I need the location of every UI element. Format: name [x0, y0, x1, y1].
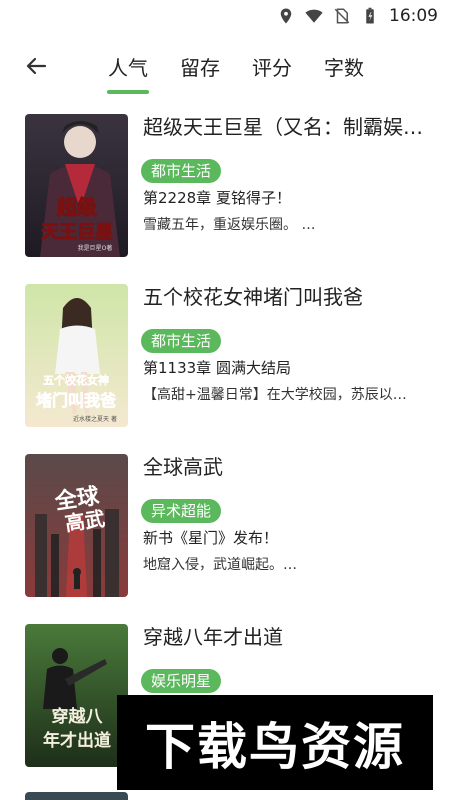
svg-text:年才出道: 年才出道 — [43, 730, 111, 751]
location-icon — [280, 8, 292, 24]
book-cover: 穿越八 年才出道 — [25, 624, 128, 767]
book-item[interactable]: 超级 天王巨星 我是巨星O著 超级天王巨星（又名：制霸娱… 都市生活 第2228… — [0, 108, 450, 278]
svg-text:穿越八: 穿越八 — [52, 706, 104, 727]
cover-author: 我是巨星O著 — [78, 244, 113, 252]
category-tag[interactable]: 都市生活 — [141, 159, 222, 183]
category-tag[interactable]: 娱乐明星 — [141, 669, 222, 693]
book-item[interactable]: 五个校花女神 堵门叫我爸 近水楼之夏天 著 五个校花女神堵门叫我爸 都市生活 第… — [0, 278, 450, 448]
latest-chapter: 第1133章 圆满大结局 — [143, 359, 291, 377]
book-title: 穿越八年才出道 — [143, 625, 283, 649]
sort-tabs: 人气 留存 评分 字数 — [92, 36, 380, 96]
back-button[interactable] — [20, 50, 52, 82]
top-navigation: 人气 留存 评分 字数 — [0, 36, 450, 96]
book-intro: 【高甜+温馨日常】在大学校园，苏辰以… — [143, 387, 407, 403]
svg-text:五个校花女神: 五个校花女神 — [43, 373, 109, 387]
cover-author: 近水楼之夏天 著 — [73, 415, 117, 423]
no-sim-icon — [334, 8, 350, 24]
latest-chapter: 新书《星门》发布！ — [143, 529, 279, 547]
book-intro: 地窟入侵，武道崛起。… — [143, 557, 297, 573]
book-cover: 五个校花女神 堵门叫我爸 近水楼之夏天 著 — [25, 284, 128, 427]
clock: 16:09 — [389, 6, 438, 26]
tab-word-count[interactable]: 字数 — [308, 36, 380, 96]
book-intro: 雪藏五年，重返娱乐圈。 … — [143, 217, 316, 233]
status-bar: 16:09 — [0, 0, 450, 32]
book-item[interactable]: 全球 高武 全球高武 异术超能 新书《星门》发布！ 地窟入侵，武道崛起。… — [0, 448, 450, 618]
svg-text:天王巨星: 天王巨星 — [41, 222, 113, 243]
book-cover-partial — [25, 792, 128, 800]
book-title: 五个校花女神堵门叫我爸 — [143, 285, 363, 309]
tab-rating[interactable]: 评分 — [236, 36, 308, 96]
category-tag[interactable]: 异术超能 — [141, 499, 222, 523]
category-tag[interactable]: 都市生活 — [141, 329, 222, 353]
wifi-icon — [305, 9, 323, 23]
tab-popularity[interactable]: 人气 — [92, 36, 164, 96]
latest-chapter: 第2228章 夏铭得子！ — [143, 189, 291, 207]
book-title: 全球高武 — [143, 455, 223, 479]
book-cover: 超级 天王巨星 我是巨星O著 — [25, 114, 128, 257]
watermark-banner: 下载鸟资源 — [117, 695, 433, 790]
tab-retention[interactable]: 留存 — [164, 36, 236, 96]
watermark-text: 下载鸟资源 — [145, 717, 405, 776]
battery-icon — [366, 7, 374, 24]
cover-title-text: 超级 — [56, 195, 97, 219]
book-title: 超级天王巨星（又名：制霸娱… — [143, 115, 423, 139]
book-cover: 全球 高武 — [25, 454, 128, 597]
arrow-left-icon — [26, 57, 47, 75]
book-list: 超级 天王巨星 我是巨星O著 超级天王巨星（又名：制霸娱… 都市生活 第2228… — [0, 108, 450, 788]
svg-text:堵门叫我爸: 堵门叫我爸 — [36, 391, 116, 410]
